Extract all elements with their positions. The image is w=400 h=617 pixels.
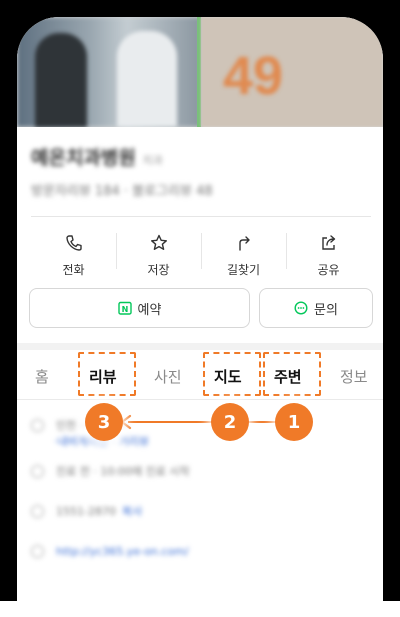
place-info: 예온치과병원 치과 방문자리뷰 184 · 블로그리뷰 48 — [31, 143, 213, 199]
tab-underline — [17, 399, 383, 400]
save-label: 저장 — [147, 262, 170, 277]
step-badge-3: 3 — [85, 403, 123, 441]
phone-icon — [65, 234, 82, 251]
hours-text: 진료 전 · 10:00에 진료 시작 — [56, 465, 190, 478]
tab-map[interactable]: 지도 — [214, 366, 242, 387]
location-icon — [31, 418, 44, 432]
phone-text: 1551-2870 — [56, 504, 116, 518]
url-row[interactable]: http://yc365.ye-on.com/ — [31, 545, 189, 558]
tab-bar: 홈 리뷰 사진 지도 주변 정보 — [17, 350, 383, 400]
arrow-line-2-3 — [128, 421, 212, 423]
inquiry-button[interactable]: 문의 — [259, 288, 373, 328]
star-icon — [150, 234, 167, 250]
hours-row[interactable]: 진료 전 · 10:00에 진료 시작 — [31, 463, 190, 479]
call-button[interactable]: 전화 — [31, 225, 116, 285]
directions-icon — [238, 235, 250, 251]
person-right — [117, 31, 177, 127]
action-bar: 전화 저장 길찾기 공유 — [31, 225, 371, 285]
divider — [31, 216, 371, 217]
clock-icon — [31, 464, 44, 478]
place-category: 치과 — [142, 154, 163, 167]
reserve-button[interactable]: N 예약 — [29, 288, 250, 328]
url-link[interactable]: http://yc365.ye-on.com/ — [56, 545, 189, 558]
naver-booking-letter: N — [121, 305, 128, 314]
inquiry-label: 문의 — [314, 302, 338, 318]
place-review-counts: 방문자리뷰 184 · 블로그리뷰 48 — [31, 184, 213, 199]
screen: 49 예온치과병원 치과 방문자리뷰 184 · 블로그리뷰 48 전화 저장 … — [17, 17, 383, 617]
step-badge-2: 2 — [211, 403, 249, 441]
tab-review[interactable]: 리뷰 — [89, 366, 117, 387]
call-label: 전화 — [62, 262, 85, 277]
copy-link[interactable]: 복사 — [122, 503, 142, 519]
tab-photo[interactable]: 사진 — [154, 366, 182, 387]
phone-row[interactable]: 1551-2870 복사 — [31, 503, 142, 519]
tab-info[interactable]: 정보 — [340, 366, 368, 387]
photo-number: 49 — [223, 46, 284, 106]
share-icon — [321, 234, 335, 250]
place-photo[interactable]: 49 — [17, 17, 383, 127]
directions-label: 길찾기 — [226, 262, 261, 277]
phone-frame: 49 예온치과병원 치과 방문자리뷰 184 · 블로그리뷰 48 전화 저장 … — [0, 0, 400, 617]
step-badge-1: 1 — [275, 403, 313, 441]
section-gap — [17, 343, 383, 350]
phone-small-icon — [31, 504, 44, 518]
place-name-text: 예온치과병원 — [31, 147, 136, 169]
share-button[interactable]: 공유 — [286, 225, 371, 285]
button-row: N 예약 문의 — [29, 288, 373, 328]
tab-home[interactable]: 홈 — [35, 366, 49, 387]
reserve-label: 예약 — [137, 302, 162, 318]
globe-icon — [31, 545, 44, 558]
tab-nearby[interactable]: 주변 — [274, 366, 302, 387]
directions-button[interactable]: 길찾기 — [201, 225, 286, 285]
save-button[interactable]: 저장 — [116, 225, 201, 285]
person-left — [35, 33, 87, 127]
place-name: 예온치과병원 치과 — [31, 143, 213, 170]
naver-booking-icon: N — [117, 301, 132, 315]
chat-icon — [294, 301, 308, 315]
share-label: 공유 — [317, 262, 340, 277]
